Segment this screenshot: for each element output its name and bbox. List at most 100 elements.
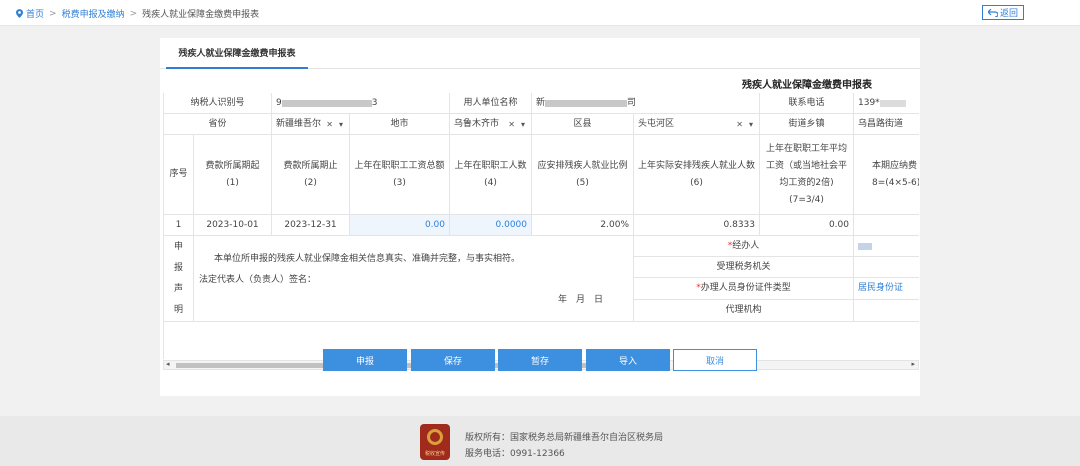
column-header-num: (3) xyxy=(393,177,406,188)
declare-button[interactable]: 申报 xyxy=(323,349,407,371)
tax-bureau-logo: 税收宣传 xyxy=(420,424,450,460)
employer-name-field[interactable]: 新 司 xyxy=(532,93,760,114)
column-header: 上年实际安排残疾人就业人数 (6) xyxy=(634,135,760,215)
payable-cell xyxy=(854,215,919,236)
column-header-label: 上年在职职工工资总额 xyxy=(354,160,445,171)
scroll-right-arrow-icon[interactable]: ▸ xyxy=(911,360,915,368)
breadcrumb-tax-filing[interactable]: 税费申报及缴纳 xyxy=(62,7,125,20)
employer-name-prefix: 新 xyxy=(536,97,546,108)
declaration-date: 年 月 日 xyxy=(557,295,603,305)
column-header-label: 应安排残疾人就业比例 xyxy=(537,160,628,171)
handler-label: * 经办人 xyxy=(634,236,854,257)
column-header-num: (7=3/4) xyxy=(789,194,824,205)
staff-count-input[interactable]: 0.0000 xyxy=(450,215,532,236)
handler-label-text: 经办人 xyxy=(732,240,760,251)
period-end-cell: 2023-12-31 xyxy=(272,215,350,236)
form-title: 残疾人就业保障金缴费申报表 xyxy=(742,80,872,91)
declaration-char: 申 xyxy=(173,241,183,252)
column-header: 费款所属期起 (1) xyxy=(194,135,272,215)
phone-field[interactable]: 139* xyxy=(854,93,919,114)
service-phone-text: 服务电话：0991-12366 xyxy=(465,449,565,459)
tab-bar: 残疾人就业保障金缴费申报表 xyxy=(160,38,920,69)
chevron-down-icon[interactable]: ▾ xyxy=(339,116,343,133)
stash-button[interactable]: 暂存 xyxy=(498,349,582,371)
form-panel: 残疾人就业保障金缴费申报表 残疾人就业保障金缴费申报表 纳税人识别号 9 3 用… xyxy=(160,38,920,396)
chevron-down-icon[interactable]: ▾ xyxy=(521,116,525,133)
redacted-mask xyxy=(545,99,628,107)
agency-field[interactable] xyxy=(854,300,919,322)
taxpayer-id-suffix: 3 xyxy=(371,97,378,108)
employer-name-label: 用人单位名称 xyxy=(450,93,532,114)
breadcrumb-home[interactable]: 首页 xyxy=(26,7,44,20)
import-button[interactable]: 导入 xyxy=(586,349,670,371)
clear-icon[interactable]: ✕ xyxy=(736,116,743,133)
breadcrumb: 首页 > 税费申报及缴纳 > 残疾人就业保障金缴费申报表 xyxy=(16,7,259,20)
id-type-select[interactable]: 居民身份证 xyxy=(854,278,919,300)
phone-label: 联系电话 xyxy=(760,93,854,114)
employer-name-suffix: 司 xyxy=(627,97,637,108)
declaration-grid: 纳税人识别号 9 3 用人单位名称 新 司 联系电话 139* 省份 新疆维吾尔… xyxy=(163,93,919,359)
column-header-label: 本期应纳费 xyxy=(872,160,918,171)
redacted-mask xyxy=(879,99,906,107)
column-header-num: (5) xyxy=(576,177,589,188)
column-header-num: (6) xyxy=(690,177,703,188)
column-header: 上年在职职工工资总额 (3) xyxy=(350,135,450,215)
column-header-num: 8=(4×5-6) xyxy=(872,177,919,188)
location-pin-icon xyxy=(16,9,23,18)
handler-field[interactable] xyxy=(854,236,919,257)
column-header-label: 序号 xyxy=(169,169,188,179)
declaration-char: 报 xyxy=(173,262,183,273)
province-value: 新疆维吾尔 xyxy=(276,118,322,129)
city-value: 乌鲁木齐市 xyxy=(454,118,500,129)
county-select[interactable]: 头屯河区 ✕ ▾ xyxy=(634,114,760,135)
cancel-button[interactable]: 取消 xyxy=(673,349,757,371)
breadcrumb-current: 残疾人就业保障金缴费申报表 xyxy=(142,10,260,20)
wage-total-input[interactable]: 0.00 xyxy=(350,215,450,236)
return-arrow-icon xyxy=(987,8,998,17)
period-start-cell: 2023-10-01 xyxy=(194,215,272,236)
street-label: 街道乡镇 xyxy=(760,114,854,135)
city-label: 地市 xyxy=(350,114,450,135)
declaration-text: 本单位所申报的残疾人就业保障金相关信息真实、准确并完整，与事实相符。 xyxy=(214,254,521,264)
back-button-label: 返回 xyxy=(999,9,1018,19)
back-button[interactable]: 返回 xyxy=(982,5,1024,20)
breadcrumb-separator: > xyxy=(129,8,138,19)
redacted-mask xyxy=(858,242,872,250)
column-header-label: 费款所属期止 xyxy=(283,160,338,171)
clear-icon[interactable]: ✕ xyxy=(326,116,333,133)
top-bar: 首页 > 税费申报及缴纳 > 残疾人就业保障金缴费申报表 返回 xyxy=(0,0,1080,26)
tax-office-label: 受理税务机关 xyxy=(634,257,854,278)
taxpayer-id-field[interactable]: 9 3 xyxy=(272,93,450,114)
emblem-inner xyxy=(430,432,440,442)
taxpayer-id-label: 纳税人识别号 xyxy=(164,93,272,114)
county-label: 区县 xyxy=(532,114,634,135)
declaration-char: 声 xyxy=(173,284,183,295)
declaration-body: 本单位所申报的残疾人就业保障金相关信息真实、准确并完整，与事实相符。 法定代表人… xyxy=(194,236,634,322)
city-select[interactable]: 乌鲁木齐市 ✕ ▾ xyxy=(450,114,532,135)
column-header-label: 上年实际安排残疾人就业人数 xyxy=(637,160,755,171)
column-header-label: 费款所属期起 xyxy=(205,160,260,171)
copyright-text: 版权所有：国家税务总局新疆维吾尔自治区税务局 xyxy=(465,433,664,443)
logo-text: 税收宣传 xyxy=(424,451,445,457)
tab-disability-fund-form[interactable]: 残疾人就业保障金缴费申报表 xyxy=(166,38,308,69)
column-header: 应安排残疾人就业比例 (5) xyxy=(532,135,634,215)
footer: 税收宣传 版权所有：国家税务总局新疆维吾尔自治区税务局 服务电话：0991-12… xyxy=(0,416,1080,466)
scroll-left-arrow-icon[interactable]: ◂ xyxy=(166,360,170,368)
legal-rep-signature-label: 法定代表人（负责人）签名： xyxy=(199,275,317,285)
tax-office-field[interactable] xyxy=(854,257,919,278)
column-header-label: 上年在职职工人数 xyxy=(454,160,527,171)
ratio-cell: 2.00% xyxy=(532,215,634,236)
avg-wage-cell: 0.00 xyxy=(760,215,854,236)
street-field[interactable]: 乌昌路街道 xyxy=(854,114,919,135)
save-button[interactable]: 保存 xyxy=(411,349,495,371)
declaration-char: 明 xyxy=(173,305,183,316)
column-header-num: (1) xyxy=(226,177,239,188)
clear-icon[interactable]: ✕ xyxy=(508,116,515,133)
id-type-label: * 办理人员身份证件类型 xyxy=(634,278,854,300)
county-value: 头屯河区 xyxy=(638,118,675,129)
redacted-mask xyxy=(281,99,372,107)
column-header: 本期应纳费 8=(4×5-6) xyxy=(854,135,919,215)
province-select[interactable]: 新疆维吾尔 ✕ ▾ xyxy=(272,114,350,135)
chevron-down-icon[interactable]: ▾ xyxy=(749,116,753,133)
declaration-side-label: 申 报 声 明 xyxy=(164,236,194,322)
